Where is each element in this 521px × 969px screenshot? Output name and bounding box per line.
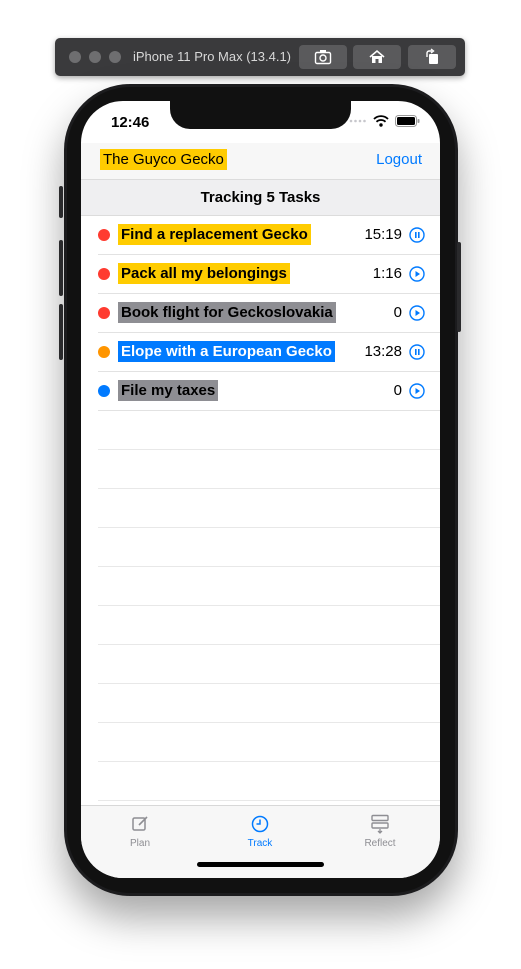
battery-icon <box>395 115 420 127</box>
task-elapsed-time: 1:16 <box>372 265 402 282</box>
power-button <box>457 242 461 332</box>
screenshot-button[interactable] <box>299 45 347 69</box>
empty-row <box>98 762 440 801</box>
empty-row <box>98 567 440 606</box>
priority-dot <box>98 346 110 358</box>
screenshot-icon <box>314 50 332 65</box>
reflect-icon <box>371 814 389 834</box>
empty-row <box>98 450 440 489</box>
task-row[interactable]: Pack all my belongings 1:16 <box>98 255 440 294</box>
task-list: Find a replacement Gecko 15:19 Pack all my… <box>81 216 440 801</box>
zoom-window-button[interactable] <box>109 51 121 63</box>
empty-row <box>98 606 440 645</box>
tab-track[interactable]: Track <box>220 814 300 849</box>
home-indicator[interactable] <box>197 862 324 867</box>
phone-screen: 12:46 The Guyco Gecko Logout Tracking 5 … <box>81 101 440 878</box>
edit-icon <box>132 816 148 831</box>
notch <box>170 101 351 129</box>
wifi-icon <box>373 115 389 127</box>
volume-up-button <box>59 240 63 296</box>
task-row[interactable]: Find a replacement Gecko 15:19 <box>98 216 440 255</box>
tab-bar: Plan Track Reflect <box>81 805 440 878</box>
task-name: Elope with a European Gecko <box>118 341 335 362</box>
task-row[interactable]: File my taxes 0 <box>98 372 440 411</box>
pause-icon[interactable] <box>409 344 425 360</box>
navigation-bar: The Guyco Gecko Logout <box>81 143 440 179</box>
logout-button[interactable]: Logout <box>376 151 422 168</box>
empty-row <box>98 645 440 684</box>
rotate-icon <box>426 48 438 64</box>
home-button[interactable] <box>353 45 401 69</box>
clock-icon <box>251 815 269 833</box>
tab-plan[interactable]: Plan <box>100 814 180 849</box>
task-elapsed-time: 0 <box>393 382 402 399</box>
empty-row <box>98 489 440 528</box>
task-name: Pack all my belongings <box>118 263 290 284</box>
mute-switch <box>59 186 63 218</box>
tab-track-label: Track <box>247 838 273 849</box>
play-icon[interactable] <box>409 305 425 321</box>
priority-dot <box>98 229 110 241</box>
task-elapsed-time: 0 <box>393 304 402 321</box>
status-icons <box>349 115 420 127</box>
task-row[interactable]: Book flight for Geckoslovakia 0 <box>98 294 440 333</box>
simulator-title: iPhone 11 Pro Max (13.4.1) <box>133 49 292 64</box>
pause-icon[interactable] <box>409 227 425 243</box>
status-time: 12:46 <box>111 114 150 131</box>
tracking-header: Tracking 5 Tasks <box>81 179 440 216</box>
empty-row <box>98 411 440 450</box>
priority-dot <box>98 307 110 319</box>
task-name: Find a replacement Gecko <box>118 224 311 245</box>
minimize-window-button[interactable] <box>89 51 101 63</box>
tab-plan-label: Plan <box>129 838 150 849</box>
signal-icon <box>349 119 366 123</box>
empty-row <box>98 528 440 567</box>
app-title: The Guyco Gecko <box>100 149 227 170</box>
priority-dot <box>98 268 110 280</box>
simulator-toolbar: iPhone 11 Pro Max (13.4.1) <box>55 38 465 76</box>
empty-row <box>98 684 440 723</box>
empty-row <box>98 723 440 762</box>
play-icon[interactable] <box>409 383 425 399</box>
task-elapsed-time: 13:28 <box>364 343 402 360</box>
task-name: File my taxes <box>118 380 219 401</box>
tab-reflect[interactable]: Reflect <box>340 814 420 849</box>
home-icon <box>369 49 385 63</box>
task-elapsed-time: 15:19 <box>364 226 402 243</box>
play-icon[interactable] <box>409 266 425 282</box>
close-window-button[interactable] <box>69 51 81 63</box>
volume-down-button <box>59 304 63 360</box>
tab-reflect-label: Reflect <box>364 838 396 849</box>
task-row[interactable]: Elope with a European Gecko 13:28 <box>98 333 440 372</box>
task-name: Book flight for Geckoslovakia <box>118 302 336 323</box>
rotate-button[interactable] <box>408 45 456 69</box>
priority-dot <box>98 385 110 397</box>
